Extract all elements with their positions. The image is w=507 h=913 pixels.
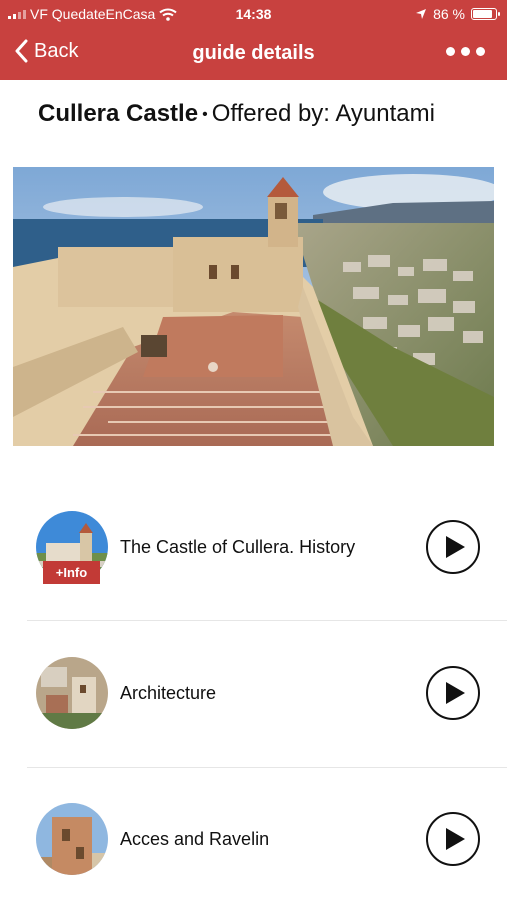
- item-title: Architecture: [120, 683, 217, 703]
- info-badge[interactable]: +Info: [43, 561, 100, 584]
- carrier-label: VF QuedateEnCasa: [30, 6, 156, 22]
- signal-icon: [8, 9, 26, 19]
- heading-separator: •: [202, 105, 208, 123]
- list-item[interactable]: +Info The Castle of Cullera. History: [0, 475, 507, 621]
- offered-by-value: Ayuntami: [335, 100, 435, 127]
- play-button[interactable]: [426, 666, 480, 720]
- castle-hero-image: [13, 167, 494, 446]
- guide-name: Cullera Castle: [38, 100, 199, 127]
- play-icon: [446, 682, 465, 704]
- dot-icon: [461, 47, 470, 56]
- status-left: VF QuedateEnCasa: [8, 6, 177, 22]
- wifi-icon: [159, 8, 177, 21]
- guide-heading: Cullera Castle • Offered by: Ayuntami: [38, 100, 474, 132]
- dot-icon: [446, 47, 455, 56]
- page-title: guide details: [192, 42, 315, 64]
- status-right: 86 %: [415, 6, 500, 22]
- item-title: Acces and Ravelin: [120, 829, 270, 849]
- text-fade: [438, 100, 474, 132]
- dot-icon: [476, 47, 485, 56]
- location-arrow-icon: [416, 9, 427, 19]
- list-item[interactable]: Acces and Ravelin: [0, 767, 507, 913]
- play-icon: [446, 536, 465, 558]
- list-item[interactable]: Architecture: [0, 621, 507, 767]
- navigation-bar: Back guide details: [0, 30, 507, 76]
- battery-icon: [471, 8, 500, 20]
- more-options-button[interactable]: [446, 42, 485, 56]
- offered-by-label: Offered by:: [211, 100, 330, 127]
- item-title: The Castle of Cullera. History: [120, 537, 356, 557]
- item-thumbnail: [36, 657, 108, 729]
- play-icon: [446, 828, 465, 850]
- play-button[interactable]: [426, 520, 480, 574]
- top-bar: VF QuedateEnCasa 14:38 86 % Back guide d…: [0, 0, 507, 80]
- play-button[interactable]: [426, 812, 480, 866]
- item-thumbnail: [36, 803, 108, 875]
- status-bar: VF QuedateEnCasa 14:38 86 %: [0, 0, 507, 28]
- battery-percentage: 86 %: [433, 6, 465, 22]
